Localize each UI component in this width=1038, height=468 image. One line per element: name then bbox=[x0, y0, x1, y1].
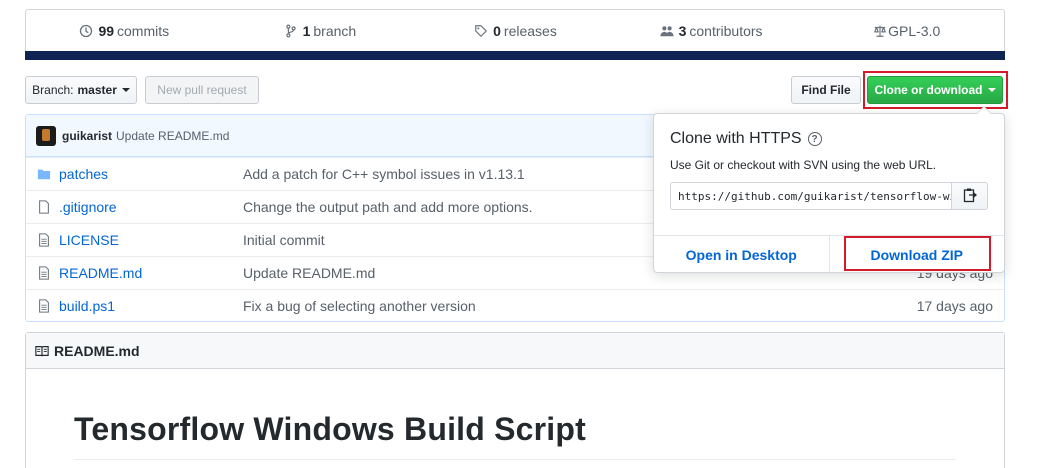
clone-description: Use Git or checkout with SVN using the w… bbox=[670, 158, 937, 172]
license-label: GPL-3.0 bbox=[888, 23, 941, 39]
file-text-icon bbox=[29, 266, 59, 280]
heading-divider bbox=[74, 459, 956, 460]
commit-author[interactable]: guikarist bbox=[62, 129, 112, 143]
clipboard-icon bbox=[963, 187, 977, 206]
branches-count: 1 bbox=[302, 23, 311, 39]
contributors-label: contributors bbox=[689, 23, 763, 39]
releases-count: 0 bbox=[493, 23, 501, 39]
readme-header: README.md bbox=[26, 333, 1004, 369]
history-icon bbox=[78, 23, 94, 39]
caret-down-icon bbox=[121, 88, 130, 92]
law-icon bbox=[872, 23, 888, 39]
branch-icon bbox=[283, 23, 299, 39]
file-text-icon bbox=[29, 299, 59, 313]
clone-url-input[interactable]: https://github.com/guikarist/tensorflow-… bbox=[670, 182, 952, 210]
open-in-desktop-button[interactable]: Open in Desktop bbox=[654, 236, 829, 274]
contributors-count: 3 bbox=[678, 23, 687, 39]
branch-prefix: Branch: bbox=[32, 83, 74, 97]
branches-link[interactable]: 1 branch bbox=[222, 10, 418, 52]
tag-icon bbox=[473, 23, 489, 39]
releases-link[interactable]: 0 releases bbox=[417, 10, 613, 52]
clone-title-text: Clone with HTTPS bbox=[670, 130, 802, 147]
readme-heading: Tensorflow Windows Build Script bbox=[74, 411, 586, 447]
language-bar[interactable] bbox=[25, 51, 1005, 60]
download-zip-highlight bbox=[844, 236, 991, 271]
folder-icon bbox=[29, 167, 59, 181]
readme-panel: README.md Tensorflow Windows Build Scrip… bbox=[25, 332, 1005, 468]
commits-label: commits bbox=[117, 23, 170, 39]
releases-label: releases bbox=[503, 23, 557, 39]
file-name-link[interactable]: build.ps1 bbox=[59, 298, 243, 314]
file-name-link[interactable]: .gitignore bbox=[59, 199, 243, 215]
commits-link[interactable]: 99 commits bbox=[26, 10, 222, 52]
clone-button-highlight bbox=[863, 71, 1008, 109]
file-text-icon bbox=[29, 233, 59, 247]
new-pull-request-button[interactable]: New pull request bbox=[145, 76, 259, 104]
commit-message[interactable]: Update README.md bbox=[116, 129, 229, 143]
contributors-link[interactable]: 3 contributors bbox=[613, 10, 809, 52]
question-icon[interactable]: ? bbox=[807, 132, 822, 146]
branches-label: branch bbox=[313, 23, 357, 39]
file-name-link[interactable]: patches bbox=[59, 166, 243, 182]
file-name-link[interactable]: README.md bbox=[59, 265, 243, 281]
copy-url-button[interactable] bbox=[952, 182, 988, 210]
repo-stats-bar: 99 commits 1 branch 0 releases 3 contrib… bbox=[25, 9, 1005, 60]
clone-dropdown-title: Clone with HTTPS ? bbox=[670, 130, 822, 148]
clone-url-group: https://github.com/guikarist/tensorflow-… bbox=[670, 182, 988, 210]
book-icon bbox=[34, 343, 50, 359]
branch-select-button[interactable]: Branch: master bbox=[25, 76, 137, 104]
file-name-link[interactable]: LICENSE bbox=[59, 232, 243, 248]
file-icon bbox=[29, 200, 59, 214]
file-commit-message[interactable]: Fix a bug of selecting another version bbox=[243, 298, 894, 314]
avatar[interactable] bbox=[36, 125, 56, 146]
find-file-button[interactable]: Find File bbox=[791, 76, 861, 104]
license-link[interactable]: GPL-3.0 bbox=[808, 10, 1004, 52]
commits-count: 99 bbox=[98, 23, 115, 39]
file-age: 17 days ago bbox=[916, 298, 993, 314]
people-icon bbox=[659, 23, 675, 39]
branch-name: master bbox=[77, 83, 117, 97]
readme-filename: README.md bbox=[54, 342, 140, 359]
table-row: build.ps1 Fix a bug of selecting another… bbox=[26, 289, 1004, 321]
